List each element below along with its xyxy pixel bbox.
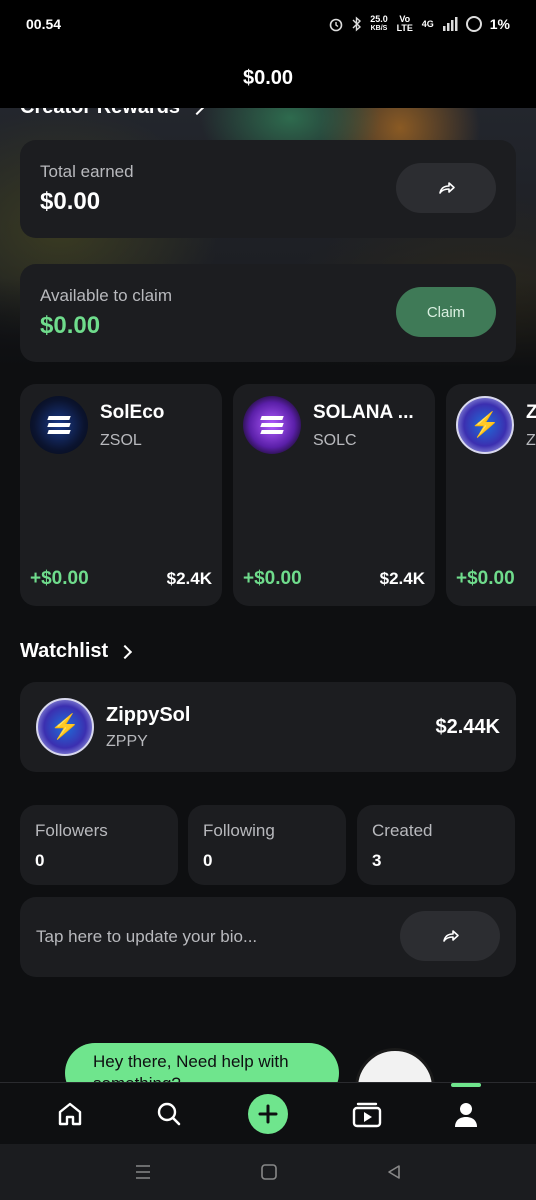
- token-market-cap: $2.4K: [166, 569, 212, 588]
- token-name: Z: [526, 402, 536, 423]
- token-card[interactable]: SOLANA ... SOLC +$0.00 $2.4K: [233, 384, 435, 606]
- status-bar: 00.54 25.0 KB/S Vo LTE 4G 1%: [0, 0, 536, 48]
- token-change: +$0.00: [456, 568, 515, 589]
- header-balance: $0.00: [242, 66, 294, 89]
- network-type: 4G: [421, 18, 434, 29]
- token-name: SolEco: [100, 402, 165, 423]
- share-earnings-button[interactable]: [396, 163, 496, 213]
- token-ticker: ZSOL: [100, 432, 142, 449]
- nav-create[interactable]: [238, 1089, 298, 1139]
- video-feed-icon: [352, 1102, 382, 1127]
- status-time: 00.54: [26, 16, 62, 32]
- bottom-nav: [0, 1082, 536, 1144]
- speed-value: 25.0: [370, 14, 388, 24]
- home-icon: [58, 1102, 81, 1125]
- token-card[interactable]: ⚡ Z Z +$0.00: [446, 384, 536, 606]
- watchlist-item[interactable]: ⚡ ZippySol ZPPY $2.44K: [20, 682, 516, 772]
- share-profile-button[interactable]: [400, 911, 500, 961]
- nav-home[interactable]: [40, 1089, 100, 1139]
- nav-profile[interactable]: [436, 1082, 496, 1139]
- back-icon[interactable]: [385, 1163, 403, 1181]
- token-change: +$0.00: [243, 568, 302, 589]
- battery-level: 1%: [489, 16, 510, 32]
- followers-stat[interactable]: Followers 0: [20, 805, 178, 885]
- soleco-logo-icon: [30, 396, 88, 454]
- created-stat[interactable]: Created 3: [357, 805, 515, 885]
- share-icon: [439, 182, 455, 194]
- search-icon: [157, 1102, 181, 1125]
- bio-card[interactable]: Tap here to update your bio...: [20, 897, 516, 977]
- signal-icon: [442, 17, 458, 31]
- zippysol-logo-icon: ⚡: [456, 396, 514, 454]
- profile-icon: [455, 1102, 478, 1127]
- token-market-cap: $2.4K: [379, 569, 425, 588]
- token-change: +$0.00: [30, 568, 89, 589]
- active-indicator: [451, 1082, 482, 1087]
- watchlist-token-price: $2.44K: [435, 715, 501, 738]
- network-speed: 25.0 KB/S: [370, 15, 388, 33]
- watchlist-token-name: ZippySol: [106, 703, 191, 726]
- nav-videos[interactable]: [337, 1089, 397, 1139]
- chevron-right-icon: [118, 644, 133, 659]
- watchlist-token-ticker: ZPPY: [106, 732, 148, 750]
- token-name: SOLANA ...: [313, 402, 414, 423]
- token-card[interactable]: SolEco ZSOL +$0.00 $2.4K: [20, 384, 222, 606]
- stat-label: Created: [372, 821, 433, 840]
- stat-value: 0: [35, 851, 45, 870]
- alarm-icon: [329, 18, 343, 32]
- volte-indicator: Vo LTE: [396, 14, 413, 33]
- total-earned-card: Total earned $0.00: [20, 140, 516, 238]
- token-ticker: SOLC: [313, 432, 357, 449]
- token-ticker: Z: [526, 432, 536, 449]
- stat-label: Followers: [35, 821, 108, 840]
- system-nav-bar: [0, 1144, 536, 1200]
- watchlist-title: Watchlist: [20, 640, 109, 662]
- stat-value: 0: [203, 851, 213, 870]
- share-icon: [443, 930, 459, 942]
- recent-apps-icon[interactable]: [133, 1163, 153, 1181]
- zippysol-logo-icon: ⚡: [36, 698, 94, 756]
- solana-logo-icon: [243, 396, 301, 454]
- home-button-icon[interactable]: [260, 1163, 278, 1181]
- available-to-claim-card: Available to claim $0.00 Claim: [20, 264, 516, 362]
- status-icons: 25.0 KB/S Vo LTE 4G 1%: [328, 15, 510, 33]
- bluetooth-icon: [352, 16, 362, 32]
- battery-icon: [465, 16, 482, 32]
- stat-label: Following: [203, 821, 275, 840]
- speed-unit: KB/S: [370, 25, 388, 32]
- top-bar: $0.00: [0, 48, 536, 108]
- watchlist-link[interactable]: Watchlist: [20, 640, 133, 663]
- claim-button[interactable]: Claim: [396, 287, 496, 337]
- following-stat[interactable]: Following 0: [188, 805, 346, 885]
- plus-icon: [247, 1093, 288, 1134]
- nav-search[interactable]: [139, 1089, 199, 1139]
- stat-value: 3: [372, 851, 382, 870]
